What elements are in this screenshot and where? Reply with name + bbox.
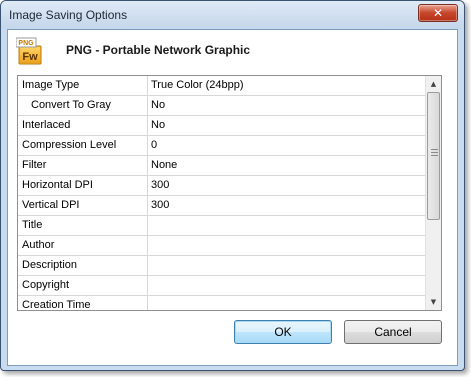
property-name: Filter xyxy=(18,156,148,176)
property-row[interactable]: Copyright xyxy=(18,276,426,296)
format-title: PNG - Portable Network Graphic xyxy=(66,43,251,57)
ok-button[interactable]: OK xyxy=(234,320,332,344)
property-row[interactable]: Vertical DPI 300 xyxy=(18,196,426,216)
property-name: Author xyxy=(18,236,148,256)
property-name: Vertical DPI xyxy=(18,196,148,216)
cancel-button[interactable]: Cancel xyxy=(344,320,442,344)
property-name: Description xyxy=(18,256,148,276)
property-name: Image Type xyxy=(18,76,148,96)
vertical-scrollbar[interactable]: ▲ ▼ xyxy=(425,76,441,310)
property-name: Copyright xyxy=(18,276,148,296)
property-name: Interlaced xyxy=(18,116,148,136)
fw-letters: Fw xyxy=(22,51,38,63)
png-badge-text: PNG xyxy=(18,40,34,47)
property-value[interactable]: No xyxy=(148,116,426,136)
property-value[interactable]: 300 xyxy=(148,176,426,196)
scroll-down-icon[interactable]: ▼ xyxy=(426,294,441,310)
property-value[interactable]: True Color (24bpp) xyxy=(148,76,426,96)
property-name: Horizontal DPI xyxy=(18,176,148,196)
property-row[interactable]: Horizontal DPI 300 xyxy=(18,176,426,196)
close-button[interactable]: ✕ xyxy=(418,4,458,22)
property-row[interactable]: Creation Time xyxy=(18,296,426,310)
property-row[interactable]: Title xyxy=(18,216,426,236)
property-value[interactable] xyxy=(148,296,426,310)
property-value[interactable] xyxy=(148,216,426,236)
property-name: Creation Time xyxy=(18,296,148,310)
property-row[interactable]: Filter None xyxy=(18,156,426,176)
property-value[interactable] xyxy=(148,236,426,256)
property-row[interactable]: Compression Level 0 xyxy=(18,136,426,156)
scrollbar-thumb[interactable] xyxy=(427,92,440,220)
property-row[interactable]: Description xyxy=(18,256,426,276)
property-row[interactable]: Image Type True Color (24bpp) xyxy=(18,76,426,96)
property-grid[interactable]: Image Type True Color (24bpp) Convert To G… xyxy=(17,75,442,311)
dialog-client-area: PNG Fw PNG - Portable Network Graphic Im… xyxy=(7,29,458,366)
property-name: Title xyxy=(18,216,148,236)
close-icon: ✕ xyxy=(432,6,444,20)
dialog-window: Image Saving Options ✕ PNG Fw PNG - Port… xyxy=(0,0,465,371)
scroll-up-icon[interactable]: ▲ xyxy=(426,76,441,92)
property-value[interactable] xyxy=(148,276,426,296)
property-rows: Image Type True Color (24bpp) Convert To G… xyxy=(18,76,426,310)
png-fw-file-icon: PNG Fw xyxy=(16,37,42,65)
grip-icon xyxy=(431,149,438,156)
property-row[interactable]: Author xyxy=(18,236,426,256)
window-title: Image Saving Options xyxy=(9,8,128,22)
property-row[interactable]: Interlaced No xyxy=(18,116,426,136)
property-value[interactable] xyxy=(148,256,426,276)
property-row[interactable]: Convert To Gray No xyxy=(18,96,426,116)
property-name: Compression Level xyxy=(18,136,148,156)
title-bar[interactable]: Image Saving Options ✕ xyxy=(1,1,464,29)
property-name: Convert To Gray xyxy=(18,96,148,116)
property-value[interactable]: No xyxy=(148,96,426,116)
format-header: PNG Fw PNG - Portable Network Graphic xyxy=(8,30,457,71)
property-value[interactable]: None xyxy=(148,156,426,176)
property-value[interactable]: 300 xyxy=(148,196,426,216)
property-value[interactable]: 0 xyxy=(148,136,426,156)
